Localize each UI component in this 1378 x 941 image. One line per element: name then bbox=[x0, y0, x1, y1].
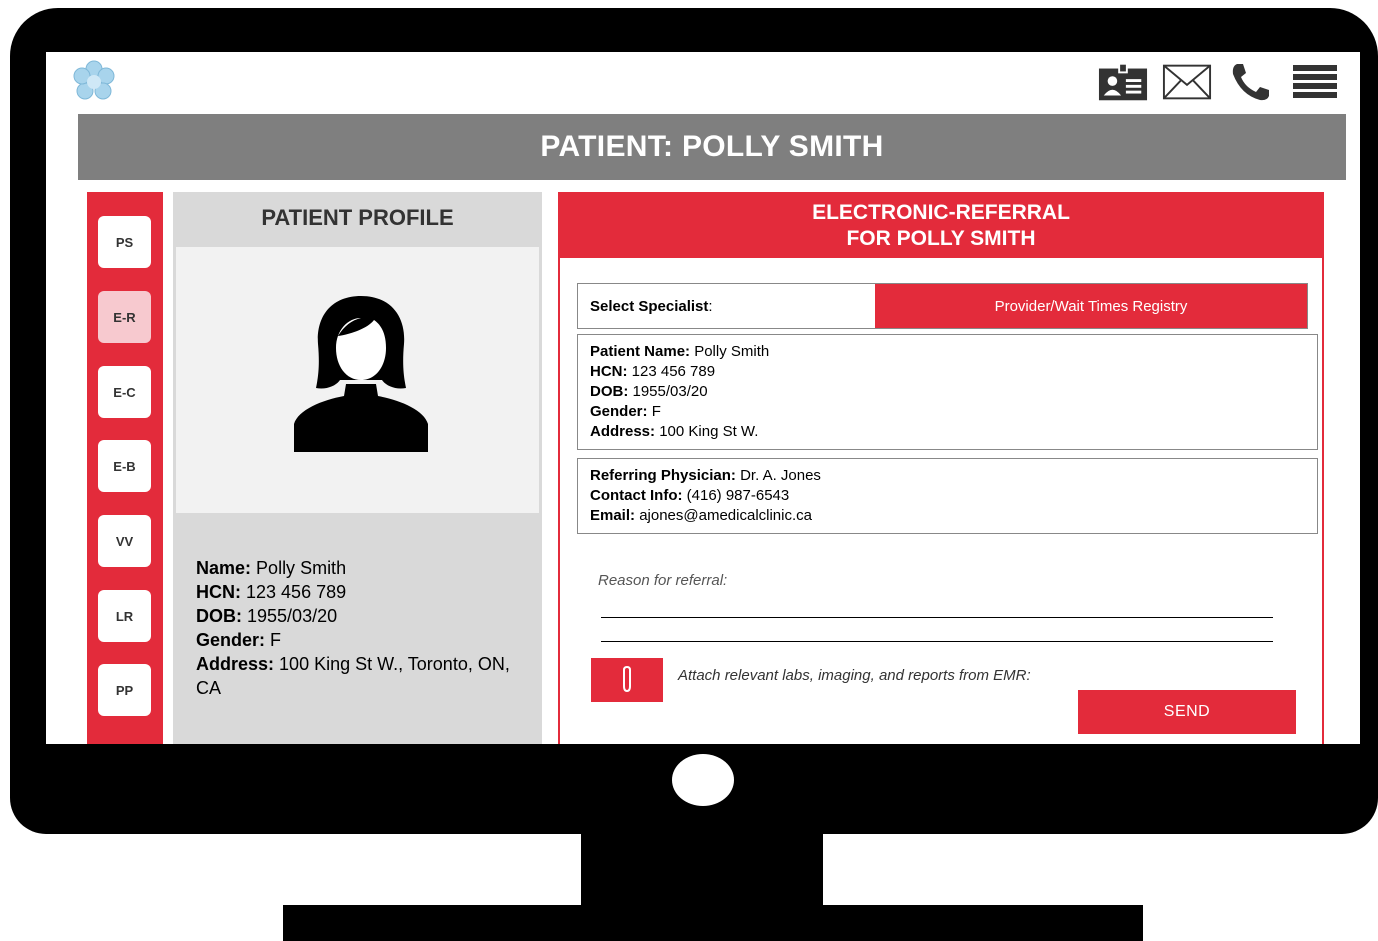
profile-hcn-label: HCN: bbox=[196, 582, 241, 602]
profile-name-label: Name: bbox=[196, 558, 252, 578]
profile-gender-label: Gender: bbox=[196, 630, 266, 650]
monitor-stand-base bbox=[283, 905, 1143, 941]
ref-patient-gender: F bbox=[651, 403, 661, 420]
profile-details: Name: Polly Smith HCN: 123 456 789 DOB: … bbox=[196, 556, 526, 700]
paperclip-icon bbox=[623, 666, 631, 693]
phone-icon[interactable] bbox=[1226, 62, 1276, 102]
referral-title-line2: FOR POLLY SMITH bbox=[846, 227, 1036, 250]
ref-patient-dob-label: DOB: bbox=[590, 383, 629, 400]
screen: PATIENT: POLLY SMITH PS E-R E-C E-B VV L… bbox=[46, 52, 1360, 744]
attach-button[interactable] bbox=[591, 658, 663, 702]
electronic-referral-panel: ELECTRONIC-REFERRAL FOR POLLY SMITH Sele… bbox=[558, 192, 1324, 744]
physician-email[interactable]: ajones@amedicalclinic.ca bbox=[639, 507, 812, 524]
select-specialist-colon: : bbox=[708, 297, 713, 315]
profile-photo bbox=[176, 247, 539, 513]
ref-patient-hcn: 123 456 789 bbox=[631, 363, 716, 380]
nav-item-e-c[interactable]: E-C bbox=[98, 366, 151, 418]
send-button[interactable]: SEND bbox=[1078, 690, 1296, 734]
reason-input-line-2[interactable] bbox=[601, 641, 1273, 642]
select-specialist-label: Select Specialist: bbox=[578, 284, 875, 328]
ref-patient-dob: 1955/03/20 bbox=[632, 383, 708, 400]
referral-header: ELECTRONIC-REFERRAL FOR POLLY SMITH bbox=[560, 194, 1322, 258]
nav-item-e-b[interactable]: E-B bbox=[98, 440, 151, 492]
physician-email-label: Email: bbox=[590, 507, 636, 524]
physician-contact: (416) 987-6543 bbox=[686, 487, 790, 504]
nav-item-ps[interactable]: PS bbox=[98, 216, 151, 268]
physician-name: Dr. A. Jones bbox=[740, 467, 821, 484]
nav-item-e-r[interactable]: E-R bbox=[98, 291, 151, 343]
patient-profile-panel: PATIENT PROFILE Name: Polly Smith HCN: 1… bbox=[173, 192, 542, 744]
ref-patient-name: Polly Smith bbox=[694, 343, 770, 360]
physician-name-label: Referring Physician: bbox=[590, 467, 736, 484]
ref-patient-address-label: Address: bbox=[590, 423, 656, 440]
female-avatar-icon bbox=[294, 296, 428, 452]
physician-contact-label: Contact Info: bbox=[590, 487, 683, 504]
referral-title-line1: ELECTRONIC-REFERRAL bbox=[812, 201, 1070, 224]
select-specialist-text: Select Specialist bbox=[590, 297, 709, 315]
ref-patient-hcn-label: HCN: bbox=[590, 363, 628, 380]
profile-dob: 1955/03/20 bbox=[247, 606, 338, 626]
nav-item-lr[interactable]: LR bbox=[98, 590, 151, 642]
attach-label: Attach relevant labs, imaging, and repor… bbox=[678, 667, 1031, 684]
ref-patient-name-label: Patient Name: bbox=[590, 343, 691, 360]
profile-name: Polly Smith bbox=[256, 558, 347, 578]
select-specialist-row: Select Specialist: Provider/Wait Times R… bbox=[577, 283, 1308, 329]
physician-info-box: Referring Physician: Dr. A. Jones Contac… bbox=[577, 458, 1318, 534]
ref-patient-gender-label: Gender: bbox=[590, 403, 648, 420]
flower-logo-icon bbox=[72, 60, 116, 104]
menu-icon[interactable] bbox=[1290, 62, 1340, 102]
profile-hcn: 123 456 789 bbox=[246, 582, 347, 602]
nav-item-vv[interactable]: VV bbox=[98, 515, 151, 567]
patient-info-box: Patient Name: Polly Smith HCN: 123 456 7… bbox=[577, 334, 1318, 450]
profile-gender: F bbox=[270, 630, 282, 650]
contact-card-icon[interactable] bbox=[1098, 62, 1148, 102]
page-title: PATIENT: POLLY SMITH bbox=[78, 114, 1346, 180]
profile-dob-label: DOB: bbox=[196, 606, 242, 626]
nav-item-pp[interactable]: PP bbox=[98, 664, 151, 716]
registry-button[interactable]: Provider/Wait Times Registry bbox=[875, 284, 1307, 328]
reason-input-line-1[interactable] bbox=[601, 617, 1273, 618]
monitor-power-button bbox=[672, 754, 734, 806]
profile-address-label: Address: bbox=[196, 654, 275, 674]
profile-title: PATIENT PROFILE bbox=[261, 205, 454, 230]
header-toolbar bbox=[1098, 62, 1340, 102]
ref-patient-address: 100 King St W. bbox=[659, 423, 759, 440]
reason-for-referral-label: Reason for referral: bbox=[598, 572, 728, 589]
mail-icon[interactable] bbox=[1162, 62, 1212, 102]
left-nav: PS E-R E-C E-B VV LR PP bbox=[87, 192, 163, 744]
monitor-stand-neck bbox=[581, 834, 823, 905]
